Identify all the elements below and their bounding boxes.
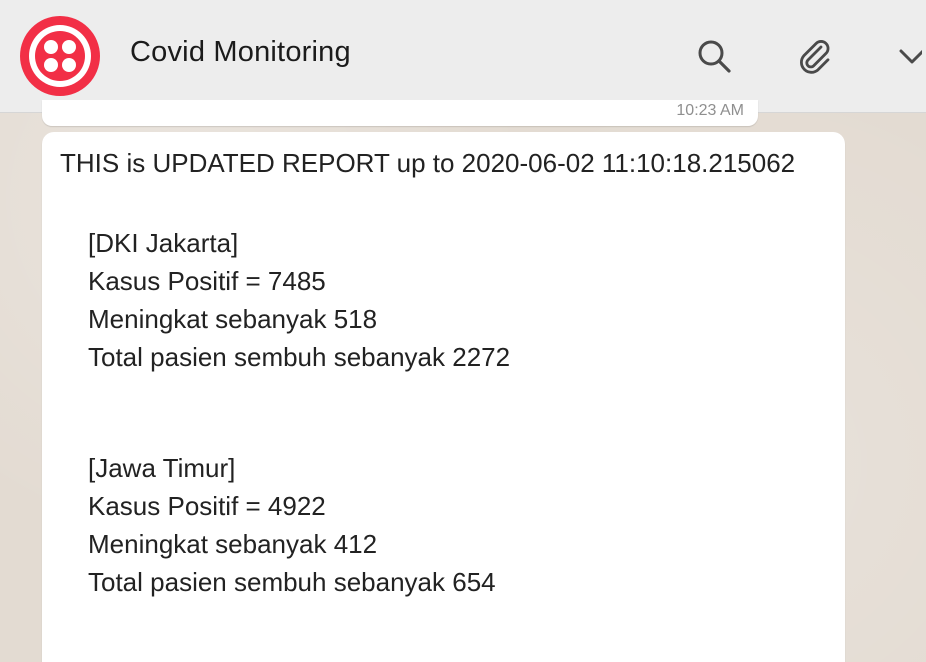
- previous-message-bubble[interactable]: 10:23 AM: [42, 100, 758, 126]
- chat-title[interactable]: Covid Monitoring: [130, 36, 351, 69]
- case-increase: Meningkat sebanyak 412: [88, 529, 378, 559]
- recovered-total: Total pasien sembuh sebanyak 2272: [88, 342, 511, 372]
- paperclip-icon: [800, 40, 830, 74]
- recovered-total: Total pasien sembuh sebanyak 654: [88, 567, 496, 597]
- search-icon: [698, 40, 731, 73]
- region-name: [DKI Jakarta]: [88, 228, 239, 258]
- attach-button[interactable]: [792, 34, 836, 78]
- chat-window: Covid Monitoring 10:23 AM THIS is UPDATE…: [0, 0, 926, 662]
- case-increase: Meningkat sebanyak 518: [88, 304, 378, 334]
- search-button[interactable]: [692, 34, 736, 78]
- message-bubble[interactable]: THIS is UPDATED REPORT up to 2020-06-02 …: [42, 132, 845, 662]
- region-block: [Jawa Timur] Kasus Positif = 4922 Mening…: [88, 449, 496, 601]
- positive-cases: Kasus Positif = 7485: [88, 266, 326, 296]
- message-timestamp: 10:23 AM: [676, 102, 744, 119]
- chat-header: Covid Monitoring: [0, 0, 926, 113]
- avatar[interactable]: [20, 16, 100, 96]
- region-name: [Jawa Timur]: [88, 453, 236, 483]
- chevron-down-icon: [899, 49, 922, 64]
- region-block: [DKI Jakarta] Kasus Positif = 7485 Menin…: [88, 224, 510, 376]
- positive-cases: Kasus Positif = 4922: [88, 491, 326, 521]
- report-heading: THIS is UPDATED REPORT up to 2020-06-02 …: [60, 148, 796, 178]
- twilio-logo-icon: [29, 25, 91, 87]
- menu-button[interactable]: [892, 34, 926, 78]
